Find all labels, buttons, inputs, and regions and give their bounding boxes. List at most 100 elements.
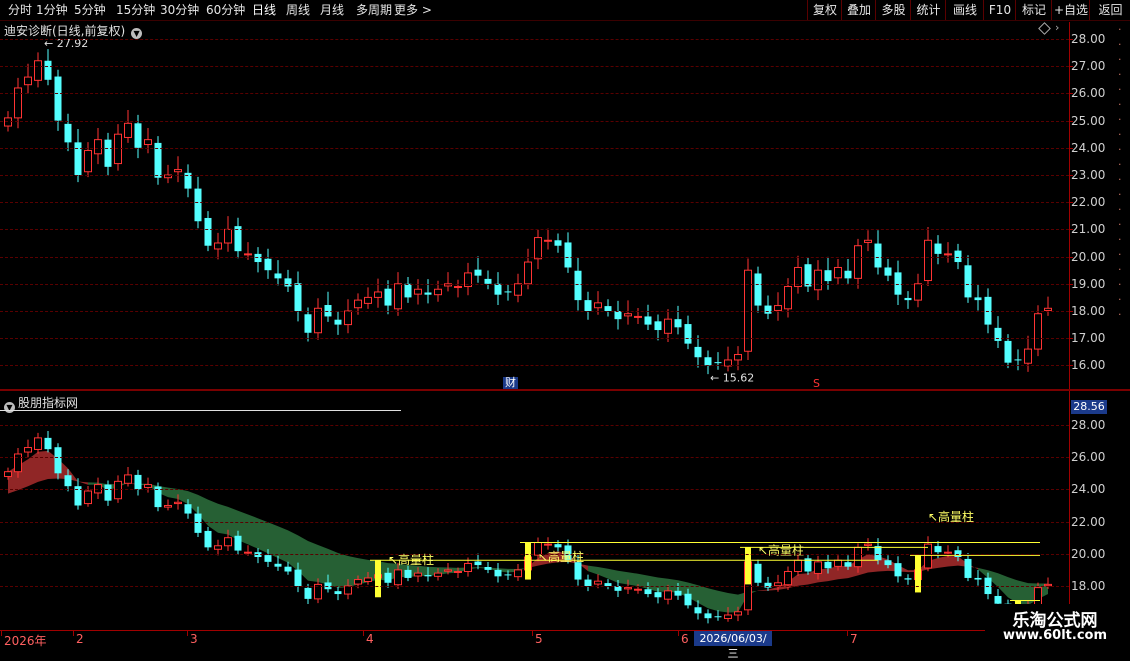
main-candle-down bbox=[284, 278, 292, 287]
indicator-cloud-segment bbox=[598, 567, 608, 579]
indicator-candle-down bbox=[844, 562, 852, 567]
main-candle-up bbox=[734, 354, 742, 361]
indicator-cloud-segment bbox=[258, 518, 268, 554]
indicator-grid-line bbox=[0, 586, 1069, 587]
indicator-candle-up bbox=[364, 577, 372, 582]
main-candle-up bbox=[414, 288, 422, 295]
indicator-candle-up bbox=[394, 569, 402, 586]
main-candle-up bbox=[924, 239, 932, 282]
main-candle-up bbox=[774, 305, 782, 311]
main-candle-up bbox=[434, 288, 442, 296]
high-volume-annotation: ↖高量柱 bbox=[758, 543, 804, 558]
info-strip-mark: · bbox=[1118, 188, 1122, 201]
indicator-title: 股朋指标网 bbox=[18, 396, 79, 410]
indicator-candle-down bbox=[574, 562, 582, 580]
high-volume-pillar bbox=[525, 542, 531, 580]
main-y-tick-label: 23.00 bbox=[1071, 168, 1106, 182]
main-candle-up bbox=[174, 169, 182, 173]
indicator-grid-line bbox=[0, 489, 1069, 491]
main-grid-line bbox=[0, 202, 1069, 204]
indicator-candle-down bbox=[284, 566, 292, 572]
main-candle-up bbox=[854, 245, 862, 279]
main-y-tick bbox=[1069, 256, 1073, 258]
info-strip-mark: · bbox=[1118, 113, 1122, 126]
indicator-y-tick-label: 28.00 bbox=[1071, 418, 1106, 432]
main-candle-up bbox=[354, 299, 362, 309]
indicator-candle-up bbox=[544, 543, 552, 546]
chevron-down-icon[interactable]: ▼ bbox=[4, 402, 15, 413]
chevron-down-icon[interactable]: ▼ bbox=[131, 28, 143, 39]
indicator-menu[interactable]: ▼ bbox=[4, 395, 15, 414]
kline-chart[interactable]: ← 27.92← 15.62↖高量柱 ↖高量柱 ↖高量柱↖高量柱 bbox=[0, 0, 1130, 650]
y-axis-separator bbox=[1069, 22, 1070, 630]
indicator-cloud-segment bbox=[588, 565, 598, 575]
indicator-candle-down bbox=[704, 613, 712, 619]
main-candle-up bbox=[834, 266, 842, 279]
indicator-candle-down bbox=[964, 558, 972, 578]
main-candle-up bbox=[1034, 313, 1042, 350]
main-candle-down bbox=[694, 346, 702, 358]
pane-separator[interactable] bbox=[0, 389, 1130, 391]
x-axis: 2026年 2 3 4 5 6 7 bbox=[0, 630, 1070, 651]
indicator-cloud-segment bbox=[838, 565, 848, 580]
x-tick-label: 3 bbox=[190, 632, 198, 646]
main-y-tick-label: 16.00 bbox=[1071, 358, 1106, 373]
info-strip-mark: · bbox=[1118, 98, 1122, 111]
main-y-tick bbox=[1069, 147, 1073, 149]
main-y-tick bbox=[1069, 120, 1073, 122]
indicator-candle-up bbox=[864, 543, 872, 546]
main-pane-title-text: 迪安诊断(日线,前复权) bbox=[4, 24, 126, 38]
main-candle-down bbox=[844, 270, 852, 279]
main-y-tick bbox=[1069, 229, 1073, 231]
main-candle-down bbox=[264, 258, 272, 271]
main-candle-up bbox=[534, 237, 542, 260]
main-y-tick bbox=[1069, 202, 1073, 204]
main-candle-down bbox=[494, 283, 502, 295]
x-tick-label: 2 bbox=[76, 632, 84, 646]
indicator-cloud-segment bbox=[78, 481, 88, 485]
main-candle-down bbox=[1014, 359, 1022, 361]
main-y-tick-label: 27.00 bbox=[1071, 59, 1106, 74]
main-candle-down bbox=[704, 357, 712, 366]
main-candle-down bbox=[384, 288, 392, 306]
main-candle-up bbox=[864, 239, 872, 243]
indicator-cloud-segment bbox=[618, 570, 628, 585]
main-y-tick bbox=[1069, 365, 1073, 367]
indicator-candle-down bbox=[934, 546, 942, 553]
indicator-candle-down bbox=[404, 569, 412, 578]
main-pane-title[interactable]: 迪安诊断(日线,前复权) ▼ bbox=[4, 22, 143, 39]
main-candle-up bbox=[544, 239, 552, 242]
indicator-candle-down bbox=[274, 563, 282, 567]
main-candle-down bbox=[1004, 340, 1012, 363]
indicator-cloud-segment bbox=[268, 522, 278, 559]
main-grid-line bbox=[0, 39, 1069, 40]
main-grid-line bbox=[0, 338, 1069, 340]
finance-marker[interactable]: 财 bbox=[503, 377, 518, 389]
indicator-cloud-segment bbox=[628, 572, 638, 587]
indicator-y-tick-label: 24.00 bbox=[1071, 482, 1106, 497]
chevron-right-icon[interactable]: › bbox=[1055, 21, 1059, 34]
high-volume-pillar bbox=[375, 560, 381, 598]
indicator-cloud-segment bbox=[768, 587, 778, 591]
main-candle-up bbox=[784, 286, 792, 310]
main-y-tick-label: 28.00 bbox=[1071, 32, 1106, 46]
main-candle-up bbox=[394, 283, 402, 310]
indicator-candle-down bbox=[64, 475, 72, 487]
main-y-tick bbox=[1069, 338, 1073, 340]
indicator-cloud-segment bbox=[308, 541, 318, 582]
main-candle-down bbox=[104, 139, 112, 167]
main-candle-up bbox=[634, 315, 642, 318]
indicator-candle-down bbox=[44, 437, 52, 450]
s-marker[interactable]: S bbox=[813, 377, 820, 390]
info-strip-mark: · bbox=[1118, 308, 1122, 321]
main-candle-up bbox=[814, 269, 822, 291]
main-candle-up bbox=[244, 253, 252, 256]
indicator-cloud-segment bbox=[608, 568, 618, 583]
indicator-candle-up bbox=[854, 546, 862, 568]
main-candle-down bbox=[334, 319, 342, 325]
indicator-candle-up bbox=[34, 437, 42, 450]
indicator-cloud-segment bbox=[318, 544, 328, 585]
main-candle-up bbox=[4, 117, 12, 127]
main-candle-up bbox=[344, 310, 352, 326]
main-y-tick-label: 20.00 bbox=[1071, 249, 1106, 264]
